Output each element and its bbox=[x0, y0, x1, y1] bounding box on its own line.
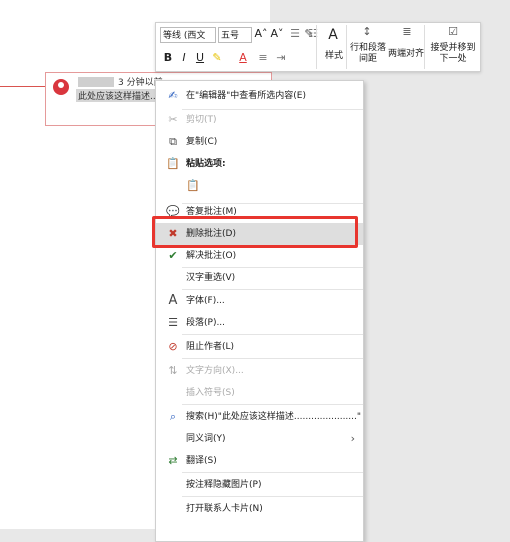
menu-item-block-author[interactable]: ⊘ 阻止作者(L) bbox=[156, 336, 363, 358]
menu-item-insert-symbol[interactable]: 插入符号(S) bbox=[156, 382, 363, 404]
comment-author-redacted bbox=[78, 77, 114, 87]
paragraph-icon: ☰ bbox=[168, 316, 178, 329]
menu-divider bbox=[182, 404, 363, 405]
menu-item-reconvert[interactable]: 汉字重选(V) bbox=[156, 267, 363, 289]
avatar-icon bbox=[53, 79, 69, 95]
highlight-annotation-box bbox=[152, 216, 358, 248]
font-icon: A bbox=[168, 293, 178, 308]
bullets-icon[interactable]: ☰ bbox=[288, 27, 302, 40]
context-menu: ✍ 在"编辑器"中查看所选内容(E) ✂ 剪切(T) ⧉ 复制(C) 📋 粘贴选… bbox=[155, 80, 364, 542]
paste-keep-text-icon: 📋 bbox=[186, 179, 200, 192]
block-author-icon: ⊘ bbox=[168, 340, 178, 353]
chevron-right-icon: › bbox=[350, 432, 355, 445]
menu-item-copy[interactable]: ⧉ 复制(C) bbox=[156, 131, 363, 153]
toolbar-divider bbox=[316, 25, 317, 69]
menu-item-paste-options: 📋 粘贴选项: bbox=[156, 153, 363, 175]
menu-item-paragraph[interactable]: ☰ 段落(P)... bbox=[156, 312, 363, 334]
justify-icon[interactable]: ≣ bbox=[396, 25, 418, 38]
format-painter-icon[interactable]: ✎ bbox=[302, 27, 316, 40]
line-spacing-icon[interactable]: ≡ bbox=[256, 51, 270, 64]
line-spacing-label[interactable]: 行和段落间距 bbox=[348, 43, 388, 65]
menu-item-translate[interactable]: ⇄ 翻译(S) bbox=[156, 450, 363, 472]
toolbar-divider bbox=[346, 25, 347, 69]
accept-label[interactable]: 接受并移到下一处 bbox=[428, 43, 478, 65]
underline-button[interactable]: U bbox=[194, 51, 206, 64]
font-size-select[interactable]: 五号 bbox=[218, 27, 252, 43]
styles-icon[interactable]: A bbox=[322, 27, 344, 43]
menu-item-synonyms[interactable]: 同义词(Y) › bbox=[156, 428, 363, 450]
resolve-comment-icon: ✔ bbox=[168, 249, 178, 262]
menu-divider bbox=[182, 358, 363, 359]
scissors-icon: ✂ bbox=[168, 113, 178, 126]
font-name-select[interactable]: 等线 (西文 bbox=[160, 27, 216, 43]
justify-label[interactable]: 两端对齐 bbox=[386, 49, 426, 60]
grow-font-icon[interactable]: A˄ bbox=[254, 27, 268, 40]
menu-item-resolve-comment[interactable]: ✔ 解决批注(O) bbox=[156, 245, 363, 267]
menu-item-text-direction[interactable]: ⇅ 文字方向(X)... bbox=[156, 360, 363, 382]
line-spacing-icon[interactable]: ↕ bbox=[356, 25, 378, 38]
accept-change-icon[interactable]: ☑ bbox=[442, 25, 464, 38]
search-icon: ⌕ bbox=[169, 410, 177, 423]
mini-toolbar: 等线 (西文 五号 A˄ A˅ ☰ ☷ ✎ B I U ✎ A ≡ ⇥ A 样式… bbox=[155, 22, 481, 72]
text-direction-icon: ⇅ bbox=[168, 364, 178, 377]
shrink-font-icon[interactable]: A˅ bbox=[270, 27, 284, 40]
menu-divider bbox=[182, 334, 363, 335]
toolbar-divider bbox=[424, 25, 425, 69]
font-color-button[interactable]: A bbox=[236, 51, 250, 64]
editor-icon: ✍ bbox=[168, 89, 178, 102]
italic-button[interactable]: I bbox=[178, 51, 190, 64]
menu-divider bbox=[182, 496, 363, 497]
menu-item-hide-images[interactable]: 按注释隐藏图片(P) bbox=[156, 474, 363, 496]
menu-divider bbox=[182, 472, 363, 473]
menu-item-search[interactable]: ⌕ 搜索(H)"此处应该这样描述......................" bbox=[156, 406, 363, 428]
bold-button[interactable]: B bbox=[162, 51, 174, 64]
paste-icon: 📋 bbox=[166, 157, 180, 170]
copy-icon: ⧉ bbox=[169, 135, 177, 148]
menu-item-paste-keep-text[interactable]: 📋 bbox=[156, 175, 363, 201]
highlight-icon[interactable]: ✎ bbox=[210, 51, 224, 64]
styles-label[interactable]: 样式 bbox=[320, 51, 348, 62]
menu-item-cut[interactable]: ✂ 剪切(T) bbox=[156, 109, 363, 131]
indent-icon[interactable]: ⇥ bbox=[274, 51, 288, 64]
menu-item-view-in-editor[interactable]: ✍ 在"编辑器"中查看所选内容(E) bbox=[156, 85, 363, 107]
menu-item-contact-card[interactable]: 打开联系人卡片(N) bbox=[156, 498, 363, 520]
menu-item-font[interactable]: A 字体(F)... bbox=[156, 290, 363, 312]
translate-icon: ⇄ bbox=[168, 454, 178, 467]
